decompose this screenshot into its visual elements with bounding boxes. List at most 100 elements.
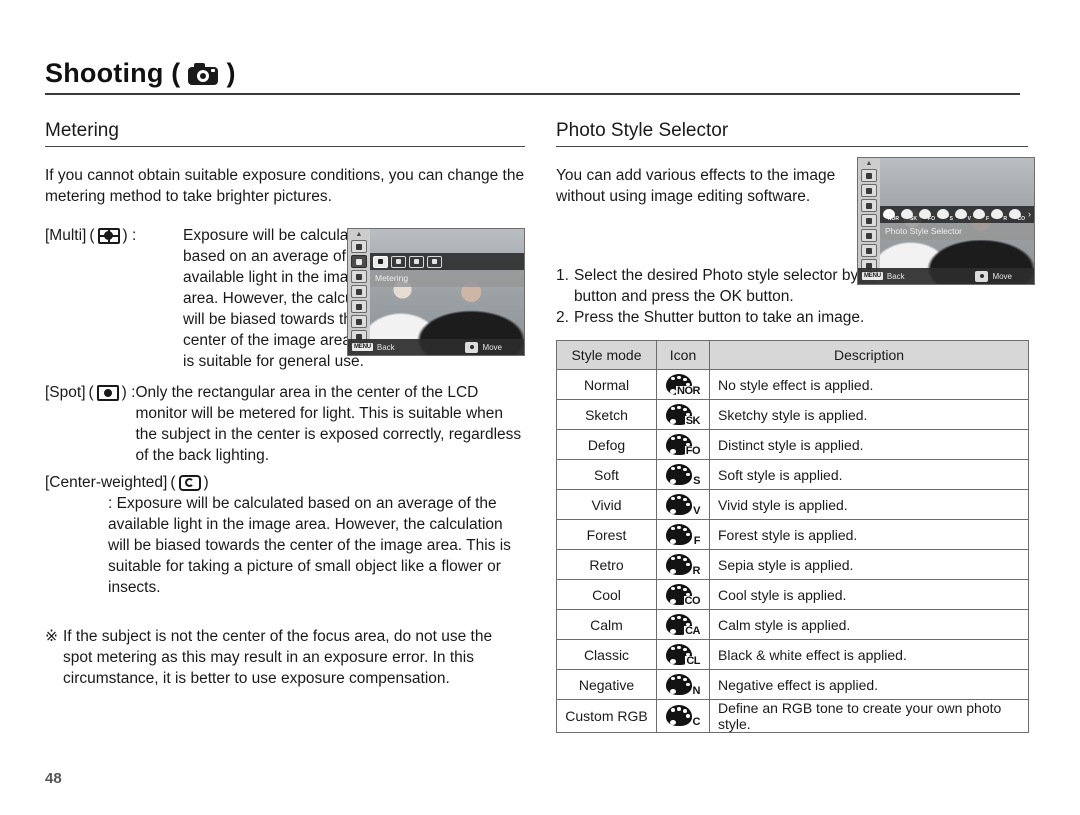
- cell-description: Distinct style is applied.: [709, 429, 1029, 460]
- style-option-code: F: [985, 216, 989, 222]
- style-negative-icon: N: [666, 673, 701, 697]
- lcd-menu-label: Photo Style Selector: [880, 223, 1034, 240]
- table-row: Cool CO Cool style is applied.: [556, 579, 1029, 610]
- lcd-back-label: Back: [886, 271, 905, 281]
- style-normal-icon: NOR: [666, 373, 700, 397]
- style-option-defog[interactable]: FO: [919, 208, 935, 222]
- page-header: Shooting ( ): [45, 58, 1020, 95]
- cell-icon: N: [656, 669, 710, 700]
- style-vivid-icon: V: [666, 493, 700, 517]
- chevron-right-icon[interactable]: ›: [1028, 210, 1031, 219]
- cell-description: Soft style is applied.: [709, 459, 1029, 490]
- cell-description: Define an RGB tone to create your own ph…: [709, 699, 1029, 733]
- style-option-forest[interactable]: F: [973, 208, 989, 222]
- style-option-cool[interactable]: CO: [1009, 208, 1025, 222]
- lcd-metering-options: [370, 253, 524, 270]
- sidebar-icon-photo-style[interactable]: [861, 199, 877, 212]
- metering-spot-description: Only the rectangular area in the center …: [135, 384, 522, 464]
- style-custom-rgb-icon: C: [666, 704, 701, 728]
- table-body: Normal NOR No style effect is applied. S…: [556, 369, 1029, 733]
- cell-mode: Calm: [556, 609, 657, 640]
- sidebar-icon-5[interactable]: [351, 300, 367, 313]
- cell-mode: Vivid: [556, 489, 657, 520]
- header-rule: [45, 93, 1020, 95]
- icon-code: FO: [684, 444, 701, 457]
- sidebar-icon-metering[interactable]: [351, 255, 367, 268]
- style-option-sketch[interactable]: SK: [901, 208, 917, 222]
- sidebar-icon-6[interactable]: [351, 315, 367, 328]
- icon-code: V: [692, 504, 700, 517]
- lcd-photo: [348, 229, 524, 355]
- icon-code: NOR: [676, 384, 700, 397]
- photo-style-table: Style mode Icon Description Normal NOR N…: [556, 340, 1029, 733]
- cell-mode: Negative: [556, 669, 657, 700]
- lcd-style-options: NOR SK FO S V F R CO ›: [880, 206, 1034, 223]
- icon-code: CL: [685, 654, 700, 667]
- metering-center-weighted-description: : Exposure will be calculated based on a…: [108, 495, 511, 596]
- metering-option-spot[interactable]: [409, 255, 424, 268]
- menu-chip[interactable]: MENU: [862, 272, 883, 280]
- page-title: Shooting ( ): [45, 58, 1020, 92]
- cell-description: Forest style is applied.: [709, 519, 1029, 550]
- sidebar-icon-3[interactable]: [351, 270, 367, 283]
- cell-mode: Soft: [556, 459, 657, 490]
- style-option-code: SK: [910, 216, 917, 222]
- style-sketch-icon: SK: [666, 403, 701, 427]
- icon-code: SK: [684, 414, 701, 427]
- section-title-photo-style-selector: Photo Style Selector: [556, 120, 1028, 147]
- icon-code: F: [692, 534, 701, 547]
- table-row: Soft S Soft style is applied.: [556, 459, 1029, 490]
- style-classic-icon: CL: [666, 643, 700, 667]
- sidebar-icon-1[interactable]: [351, 240, 367, 253]
- dpad-icon[interactable]: [465, 341, 479, 353]
- style-option-code: S: [949, 216, 953, 222]
- lcd-bottom-bar: MENU Back Move: [858, 268, 1034, 284]
- sidebar-icon-6[interactable]: [861, 244, 877, 257]
- table-row: Custom RGB C Define an RGB tone to creat…: [556, 699, 1029, 733]
- sidebar-icon-1[interactable]: [861, 169, 877, 182]
- metering-multi-icon: [97, 227, 120, 244]
- note-marker: ※: [45, 628, 58, 645]
- menu-chip[interactable]: MENU: [352, 343, 373, 351]
- table-row: Sketch SK Sketchy style is applied.: [556, 399, 1029, 430]
- column-header-description: Description: [709, 340, 1029, 370]
- cell-icon: CA: [656, 609, 710, 640]
- cell-icon: V: [656, 489, 710, 520]
- metering-option-multi-alt[interactable]: [391, 255, 406, 268]
- lcd-sidebar: ▲: [348, 229, 370, 355]
- cell-description: Sketchy style is applied.: [709, 399, 1029, 430]
- style-option-soft[interactable]: S: [937, 208, 953, 222]
- cell-icon: F: [656, 519, 710, 550]
- icon-code: CA: [684, 624, 700, 637]
- dpad-icon[interactable]: [975, 270, 989, 282]
- lcd-menu-label: Metering: [370, 270, 524, 287]
- sidebar-icon-4[interactable]: [351, 285, 367, 298]
- section-title-metering: Metering: [45, 120, 525, 147]
- style-option-code: R: [1003, 216, 1007, 222]
- column-header-icon: Icon: [656, 340, 710, 370]
- cell-description: Black & white effect is applied.: [709, 639, 1029, 670]
- table-header-row: Style mode Icon Description: [556, 340, 1029, 370]
- style-option-normal[interactable]: NOR: [883, 208, 899, 222]
- chevron-up-icon: ▲: [355, 231, 363, 238]
- table-row: Retro R Sepia style is applied.: [556, 549, 1029, 580]
- table-row: Defog FO Distinct style is applied.: [556, 429, 1029, 460]
- metering-option-center-weighted[interactable]: [427, 255, 442, 268]
- style-option-retro[interactable]: R: [991, 208, 1007, 222]
- sidebar-icon-2[interactable]: [861, 184, 877, 197]
- sidebar-icon-4[interactable]: [861, 214, 877, 227]
- table-row: Forest F Forest style is applied.: [556, 519, 1029, 550]
- table-row: Normal NOR No style effect is applied.: [556, 369, 1029, 400]
- style-calm-icon: CA: [666, 613, 700, 637]
- icon-code: N: [691, 684, 701, 697]
- table-row: Calm CA Calm style is applied.: [556, 609, 1029, 640]
- metering-multi-label: [Multi] ( ) :: [45, 227, 137, 244]
- cell-description: Sepia style is applied.: [709, 549, 1029, 580]
- style-option-vivid[interactable]: V: [955, 208, 971, 222]
- metering-option-multi[interactable]: [373, 255, 388, 268]
- step-2: 2. Press the Shutter button to take an i…: [556, 307, 1028, 328]
- icon-code: C: [691, 716, 701, 728]
- sidebar-icon-5[interactable]: [861, 229, 877, 242]
- note-text: If the subject is not the center of the …: [63, 628, 493, 687]
- cell-mode: Sketch: [556, 399, 657, 430]
